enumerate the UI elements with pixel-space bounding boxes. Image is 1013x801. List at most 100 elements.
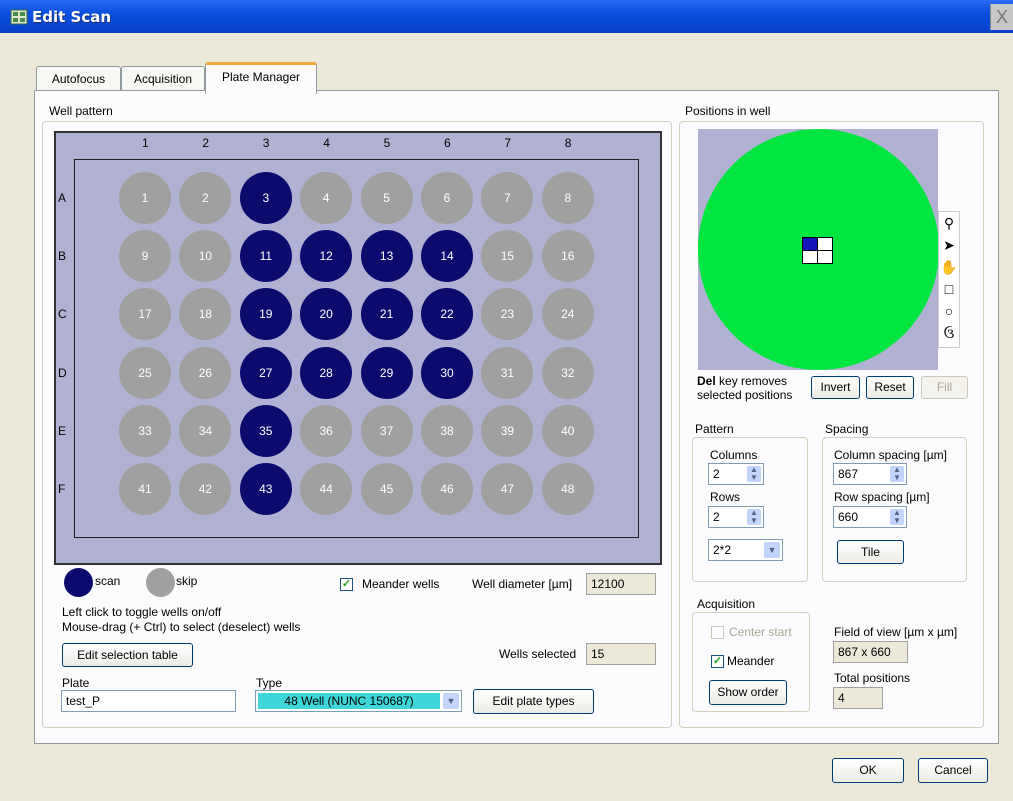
well-C5[interactable]: 21 — [360, 288, 413, 341]
spinner-arrows-icon[interactable]: ▲ ▼ — [747, 509, 761, 525]
column-spacing-value: 867 — [838, 467, 859, 481]
edit-plate-types-button[interactable]: Edit plate types — [473, 689, 594, 714]
reset-button[interactable]: Reset — [866, 376, 914, 399]
well-F1[interactable]: 41 — [119, 463, 171, 515]
close-window-button[interactable]: X — [990, 4, 1013, 30]
wells-selected-field: 15 — [586, 643, 656, 665]
well-E2[interactable]: 34 — [179, 404, 232, 457]
tab-acquisition[interactable]: Acquisition — [121, 66, 205, 91]
well-A1[interactable]: 1 — [119, 172, 171, 224]
row-spacing-value: 660 — [838, 510, 859, 524]
well-B3[interactable]: 11 — [239, 230, 292, 283]
row-spacing-spinner[interactable]: 660 ▲ ▼ — [833, 506, 907, 528]
center-start-checkbox[interactable] — [711, 626, 724, 639]
position-tile[interactable] — [817, 250, 833, 264]
lasso-icon[interactable]: ઉ — [939, 322, 959, 344]
tile-button[interactable]: Tile — [837, 540, 904, 564]
column-header: 7 — [504, 136, 512, 150]
spacing-title: Spacing — [825, 422, 869, 436]
well-A3[interactable]: 3 — [239, 172, 292, 224]
circle-icon[interactable]: ○ — [939, 300, 959, 322]
well-A5[interactable]: 5 — [360, 172, 413, 224]
row-header: B — [58, 249, 67, 264]
edit-selection-table-button[interactable]: Edit selection table — [62, 643, 193, 667]
well-A7[interactable]: 7 — [481, 172, 534, 224]
skip-legend-swatch — [146, 568, 175, 597]
rectangle-icon[interactable]: □ — [939, 278, 959, 300]
well-position-view[interactable] — [698, 129, 938, 370]
well-B4[interactable]: 12 — [300, 230, 353, 283]
well-A4[interactable]: 4 — [300, 172, 353, 224]
well-D8[interactable]: 32 — [541, 346, 594, 399]
chevron-down-icon[interactable]: ▼ — [764, 542, 780, 558]
scan-legend-swatch — [64, 568, 93, 597]
plate-type-select[interactable]: 48 Well (NUNC 150687) ▼ — [255, 690, 462, 712]
well-E1[interactable]: 33 — [119, 404, 171, 457]
position-tile-selected[interactable] — [802, 237, 818, 251]
meander-checkbox[interactable]: ✓ — [711, 655, 724, 668]
invert-button[interactable]: Invert — [811, 376, 860, 399]
well-E7[interactable]: 39 — [481, 404, 534, 457]
well-F3[interactable]: 43 — [239, 463, 292, 515]
positions-in-well-title: Positions in well — [685, 104, 771, 118]
well-F6[interactable]: 46 — [421, 463, 473, 515]
well-E4[interactable]: 36 — [300, 404, 353, 457]
well-F5[interactable]: 45 — [360, 463, 413, 515]
plate-name-input[interactable]: test_P — [61, 690, 236, 712]
row-header: A — [58, 191, 67, 205]
rows-spinner[interactable]: 2 ▲ ▼ — [708, 506, 764, 528]
well-D3[interactable]: 27 — [239, 346, 292, 399]
well-D7[interactable]: 31 — [481, 346, 534, 399]
cancel-button[interactable]: Cancel — [918, 758, 988, 783]
ok-button[interactable]: OK — [832, 758, 904, 783]
well-D1[interactable]: 25 — [119, 346, 171, 399]
well-D5[interactable]: 29 — [360, 346, 413, 399]
well-F4[interactable]: 44 — [300, 463, 353, 515]
well-D4[interactable]: 28 — [300, 346, 353, 399]
pattern-select[interactable]: 2*2 ▼ — [708, 539, 783, 561]
well-E3[interactable]: 35 — [239, 404, 292, 457]
pointer-icon[interactable]: ➤ — [939, 234, 959, 256]
well-A6[interactable]: 6 — [421, 172, 473, 224]
position-tile[interactable] — [802, 250, 818, 264]
well-E5[interactable]: 37 — [360, 404, 413, 457]
well-C1[interactable]: 17 — [119, 288, 171, 341]
well-F7[interactable]: 47 — [481, 463, 534, 515]
well-E8[interactable]: 40 — [541, 404, 594, 457]
del-hint-line1: key removes — [715, 374, 788, 388]
row-header: C — [58, 307, 67, 322]
well-C6[interactable]: 22 — [421, 288, 473, 341]
well-F8[interactable]: 48 — [541, 463, 594, 515]
meander-wells-checkbox[interactable]: ✓ — [340, 578, 353, 591]
fill-button[interactable]: Fill — [921, 376, 968, 399]
well-F2[interactable]: 42 — [179, 463, 232, 515]
well-A2[interactable]: 2 — [179, 172, 232, 224]
well-B6[interactable]: 14 — [421, 230, 473, 283]
columns-spinner[interactable]: 2 ▲ ▼ — [708, 463, 764, 485]
column-header: 6 — [444, 136, 451, 150]
chevron-down-icon[interactable]: ▼ — [443, 693, 459, 709]
tab-plate-manager[interactable]: Plate Manager — [205, 62, 317, 94]
column-header: 4 — [323, 136, 330, 150]
spinner-arrows-icon[interactable]: ▲ ▼ — [890, 466, 904, 482]
row-spacing-label: Row spacing [µm] — [834, 490, 930, 504]
well-C3[interactable]: 19 — [239, 288, 292, 341]
spinner-arrows-icon[interactable]: ▲ ▼ — [890, 509, 904, 525]
well-C8[interactable]: 24 — [541, 288, 594, 341]
show-order-button[interactable]: Show order — [709, 680, 787, 705]
tab-autofocus[interactable]: Autofocus — [36, 66, 121, 91]
column-spacing-spinner[interactable]: 867 ▲ ▼ — [833, 463, 907, 485]
hand-icon[interactable]: ✋ — [939, 256, 959, 278]
well-B1[interactable]: 9 — [119, 230, 171, 283]
well-E6[interactable]: 38 — [421, 404, 473, 457]
well-D2[interactable]: 26 — [179, 346, 232, 399]
well-B8[interactable]: 16 — [541, 230, 594, 283]
field-of-view-label: Field of view [µm x µm] — [834, 625, 958, 639]
total-positions-label: Total positions — [834, 671, 911, 685]
zoom-icon[interactable]: ⚲ — [939, 212, 959, 234]
well-D6[interactable]: 30 — [421, 346, 473, 399]
spinner-arrows-icon[interactable]: ▲ ▼ — [747, 466, 761, 482]
well-B5[interactable]: 13 — [360, 230, 413, 283]
well-A8[interactable]: 8 — [541, 172, 594, 224]
position-tile[interactable] — [817, 237, 833, 251]
